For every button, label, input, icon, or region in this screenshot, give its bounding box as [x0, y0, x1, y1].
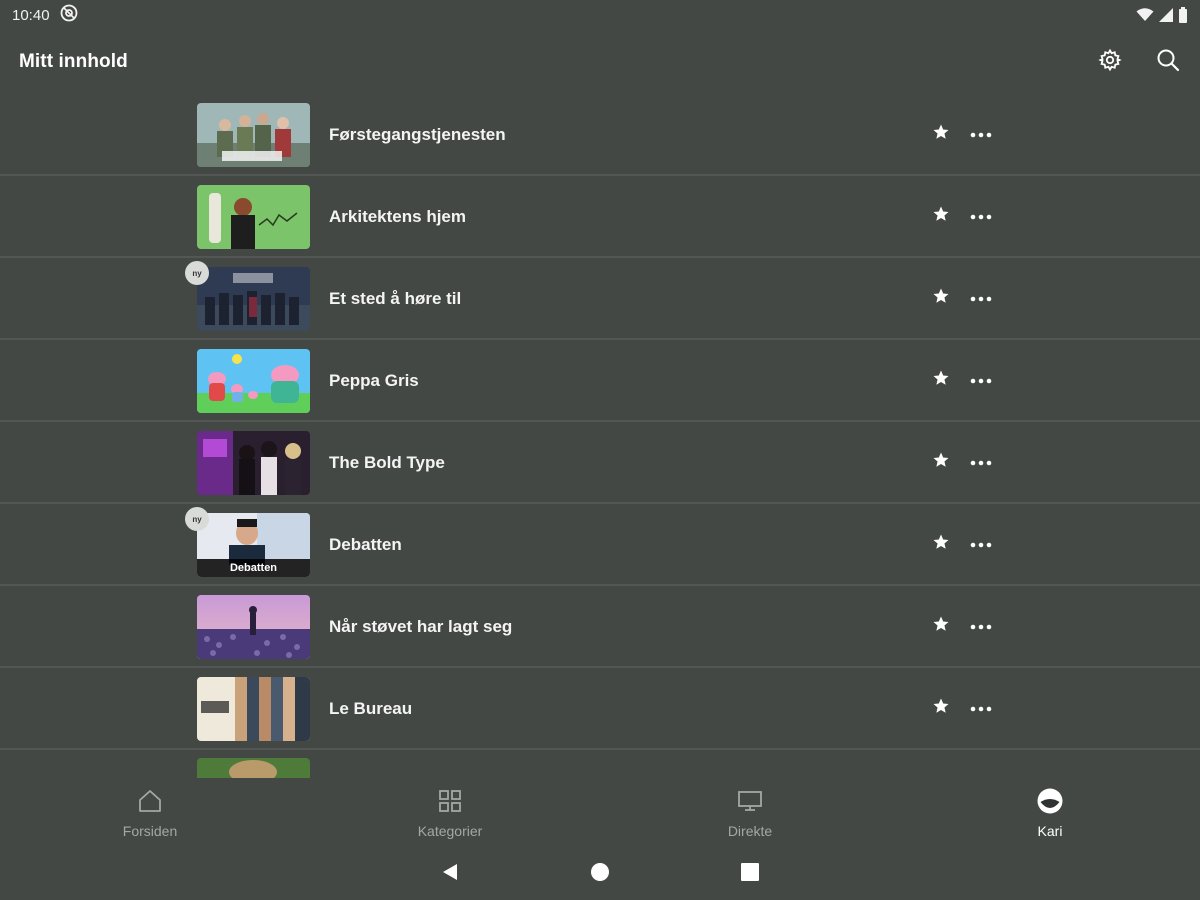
favorite-button[interactable] — [929, 368, 953, 392]
star-icon — [932, 451, 950, 474]
item-title: Debatten — [329, 535, 402, 554]
thumbnail-caption: Debatten — [197, 559, 310, 577]
nav-label: Kategorier — [417, 823, 483, 839]
thumbnail-image — [197, 677, 310, 741]
new-badge: ny — [185, 507, 209, 531]
more-options-button[interactable] — [966, 204, 996, 228]
tv-icon — [737, 788, 763, 819]
thumbnail-image — [197, 267, 310, 331]
item-title: The Bold Type — [329, 453, 445, 472]
item-title: Førstegangstjenesten — [329, 125, 506, 144]
item-title: Et sted å høre til — [329, 289, 462, 308]
gear-icon — [1098, 48, 1122, 77]
thumbnail-image: Debatten — [197, 513, 310, 577]
back-icon — [440, 862, 460, 887]
more-horizontal-icon — [970, 289, 992, 307]
star-icon — [932, 697, 950, 720]
nav-direkte[interactable]: Direkte — [690, 788, 810, 839]
more-horizontal-icon — [970, 207, 992, 225]
star-icon — [932, 287, 950, 310]
home-icon — [137, 788, 163, 819]
search-button[interactable] — [1154, 48, 1182, 76]
more-horizontal-icon — [970, 535, 992, 553]
more-options-button[interactable] — [966, 450, 996, 474]
nav-kategorier[interactable]: Kategorier — [390, 788, 510, 839]
page-title: Mitt innhold — [19, 51, 128, 72]
nav-label: Direkte — [727, 823, 773, 839]
star-icon — [932, 123, 950, 146]
bottom-navigation: Forsiden Kategorier Direkte Kari — [0, 778, 1200, 848]
favorite-button[interactable] — [929, 204, 953, 228]
system-home-button[interactable] — [588, 862, 612, 886]
list-item[interactable]: ny Et sted å høre til — [0, 258, 1200, 340]
more-options-button[interactable] — [966, 122, 996, 146]
battery-icon — [1178, 7, 1188, 23]
list-item[interactable]: Peppa Gris — [0, 340, 1200, 422]
new-badge: ny — [185, 261, 209, 285]
favorite-button[interactable] — [929, 614, 953, 638]
list-item[interactable] — [0, 750, 1200, 778]
status-bar: 10:40 — [0, 0, 1200, 30]
status-time: 10:40 — [12, 6, 50, 24]
system-navigation-bar — [0, 848, 1200, 900]
list-item[interactable]: Når støvet har lagt seg — [0, 586, 1200, 668]
at-sign-icon — [60, 4, 78, 26]
thumbnail-image — [197, 185, 310, 249]
status-left: 10:40 — [12, 4, 78, 26]
favorite-button[interactable] — [929, 122, 953, 146]
nav-forsiden[interactable]: Forsiden — [90, 788, 210, 839]
home-circle-icon — [590, 862, 610, 887]
thumbnail-image — [197, 758, 310, 778]
more-options-button[interactable] — [966, 614, 996, 638]
more-options-button[interactable] — [966, 532, 996, 556]
item-title: Le Bureau — [329, 699, 413, 718]
star-icon — [932, 369, 950, 392]
more-horizontal-icon — [970, 617, 992, 635]
app-bar: Mitt innhold — [0, 30, 1200, 94]
more-options-button[interactable] — [966, 368, 996, 392]
favorite-button[interactable] — [929, 696, 953, 720]
status-right — [1136, 7, 1188, 23]
more-options-button[interactable] — [966, 286, 996, 310]
more-horizontal-icon — [970, 125, 992, 143]
star-icon — [932, 615, 950, 638]
star-icon — [932, 533, 950, 556]
nav-kari[interactable]: Kari — [990, 788, 1110, 839]
more-options-button[interactable] — [966, 696, 996, 720]
list-item[interactable]: Le Bureau — [0, 668, 1200, 750]
star-icon — [932, 205, 950, 228]
nav-label: Kari — [1037, 823, 1063, 839]
thumbnail-image — [197, 103, 310, 167]
list-item[interactable]: The Bold Type — [0, 422, 1200, 504]
item-title: Peppa Gris — [329, 371, 419, 390]
favorite-button[interactable] — [929, 450, 953, 474]
system-recents-button[interactable] — [738, 862, 762, 886]
profile-avatar-icon — [1037, 788, 1063, 819]
more-horizontal-icon — [970, 453, 992, 471]
list-item[interactable]: Førstegangstjenesten — [0, 94, 1200, 176]
system-back-button[interactable] — [438, 862, 462, 886]
nav-label: Forsiden — [122, 823, 178, 839]
app-bar-actions — [1096, 48, 1182, 76]
thumbnail-image — [197, 431, 310, 495]
settings-button[interactable] — [1096, 48, 1124, 76]
my-content-list: Førstegangstjenesten Arkitektens hjem ny… — [0, 94, 1200, 778]
more-horizontal-icon — [970, 699, 992, 717]
item-title: Arkitektens hjem — [329, 207, 466, 226]
favorite-button[interactable] — [929, 532, 953, 556]
thumbnail-image — [197, 595, 310, 659]
thumbnail-image — [197, 349, 310, 413]
list-item[interactable]: Arkitektens hjem — [0, 176, 1200, 258]
wifi-icon — [1136, 7, 1154, 23]
grid-icon — [437, 788, 463, 819]
favorite-button[interactable] — [929, 286, 953, 310]
more-horizontal-icon — [970, 371, 992, 389]
signal-icon — [1158, 7, 1174, 23]
item-title: Når støvet har lagt seg — [329, 617, 513, 636]
search-icon — [1156, 48, 1180, 77]
recents-icon — [740, 862, 760, 887]
list-item[interactable]: ny Debatten Debatten — [0, 504, 1200, 586]
